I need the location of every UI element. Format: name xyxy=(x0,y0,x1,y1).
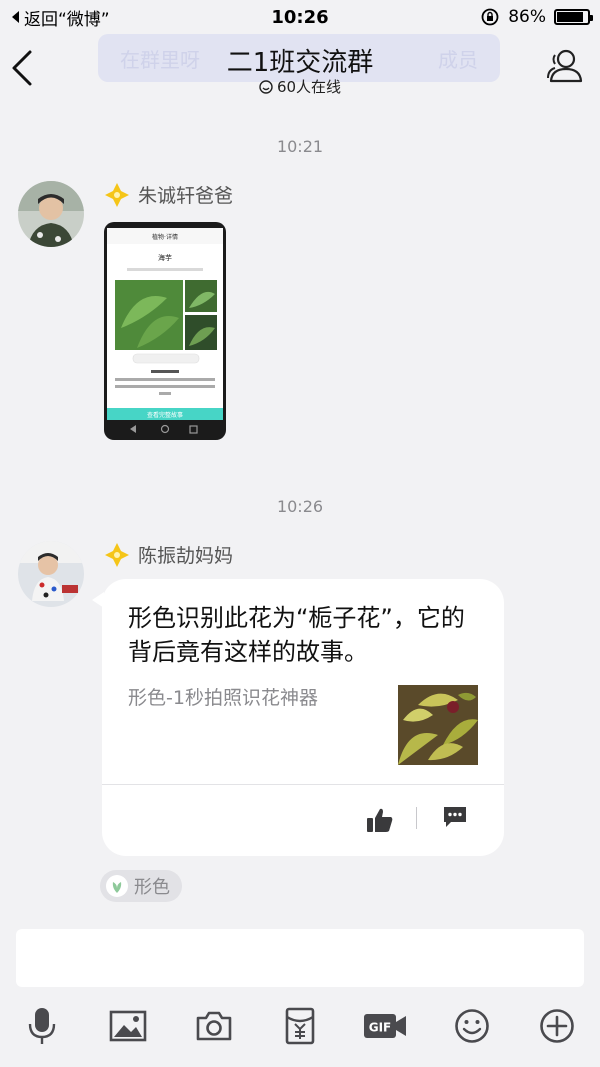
online-count: 60人在线 xyxy=(276,78,342,96)
image-message[interactable]: 植物·详情 海芋 查看完整故事 xyxy=(104,222,226,440)
group-members-button[interactable] xyxy=(544,46,586,86)
phone-nav-keys-icon xyxy=(130,424,198,434)
plus-icon xyxy=(540,1009,574,1043)
gif-icon: GIF xyxy=(364,1014,406,1038)
member-badge-icon xyxy=(105,542,129,567)
message-timestamp: 10:21 xyxy=(276,137,324,156)
avatar[interactable] xyxy=(18,181,84,247)
image-icon xyxy=(109,1010,147,1042)
sender-name: 陈振劼妈妈 xyxy=(138,545,234,567)
thumbs-up-icon xyxy=(367,808,393,832)
shot-plant-name: 海芋 xyxy=(158,253,172,262)
page-title: 二1班交流群 xyxy=(226,48,374,78)
app-source-tag[interactable]: 形色 xyxy=(100,870,182,902)
app-tag-label: 形色 xyxy=(134,877,170,898)
chat-toolbar: GIF xyxy=(0,998,600,1058)
sender-name: 朱诚轩爸爸 xyxy=(138,185,234,207)
back-triangle-icon xyxy=(12,11,19,23)
gif-button[interactable]: GIF xyxy=(362,1006,408,1046)
camera-button[interactable] xyxy=(194,1006,234,1046)
battery-percent: 86% xyxy=(508,7,546,27)
photo-button[interactable] xyxy=(108,1006,148,1046)
message-input[interactable] xyxy=(16,929,584,987)
battery-icon xyxy=(554,9,593,25)
shot-header-title: 植物·详情 xyxy=(152,233,178,241)
voice-button[interactable] xyxy=(22,1006,62,1046)
like-button[interactable] xyxy=(366,807,394,833)
more-button[interactable] xyxy=(537,1006,577,1046)
red-packet-button[interactable] xyxy=(280,1006,320,1046)
red-packet-icon xyxy=(285,1007,315,1045)
card-text: 形色识别此花为“栀子花”，它的背后竟有这样的故事。 xyxy=(128,604,465,666)
svg-text:GIF: GIF xyxy=(369,1021,392,1035)
member-badge-icon xyxy=(105,182,129,207)
shared-card[interactable]: 形色识别此花为“栀子花”，它的背后竟有这样的故事。 形色-1秒拍照识花神器 xyxy=(102,579,504,856)
group-members-icon xyxy=(547,49,583,83)
message-timestamp: 10:26 xyxy=(276,497,324,516)
comment-icon xyxy=(444,807,466,827)
camera-icon xyxy=(196,1011,232,1041)
emoji-button[interactable] xyxy=(452,1006,492,1046)
microphone-icon xyxy=(28,1008,56,1044)
rotation-lock-icon xyxy=(481,8,499,26)
back-to-app-link[interactable]: 返回“微博” xyxy=(10,5,110,30)
card-thumbnail xyxy=(398,685,478,765)
online-smiley-icon xyxy=(259,79,273,94)
emoji-icon xyxy=(455,1009,489,1043)
nav-bar: 在群里呀 成员 二1班交流群 60人在线 xyxy=(0,34,600,100)
comment-button[interactable] xyxy=(442,805,468,829)
card-source: 形色-1秒拍照识花神器 xyxy=(128,687,318,709)
avatar[interactable] xyxy=(18,541,84,607)
status-bar: 返回“微博” 10:26 86% xyxy=(0,0,600,34)
card-divider xyxy=(102,784,504,785)
shot-button-label: 查看完整故事 xyxy=(147,411,183,419)
back-app-label: 返回“微博” xyxy=(24,9,110,30)
action-separator xyxy=(416,807,417,829)
xingse-logo-icon xyxy=(106,875,128,897)
